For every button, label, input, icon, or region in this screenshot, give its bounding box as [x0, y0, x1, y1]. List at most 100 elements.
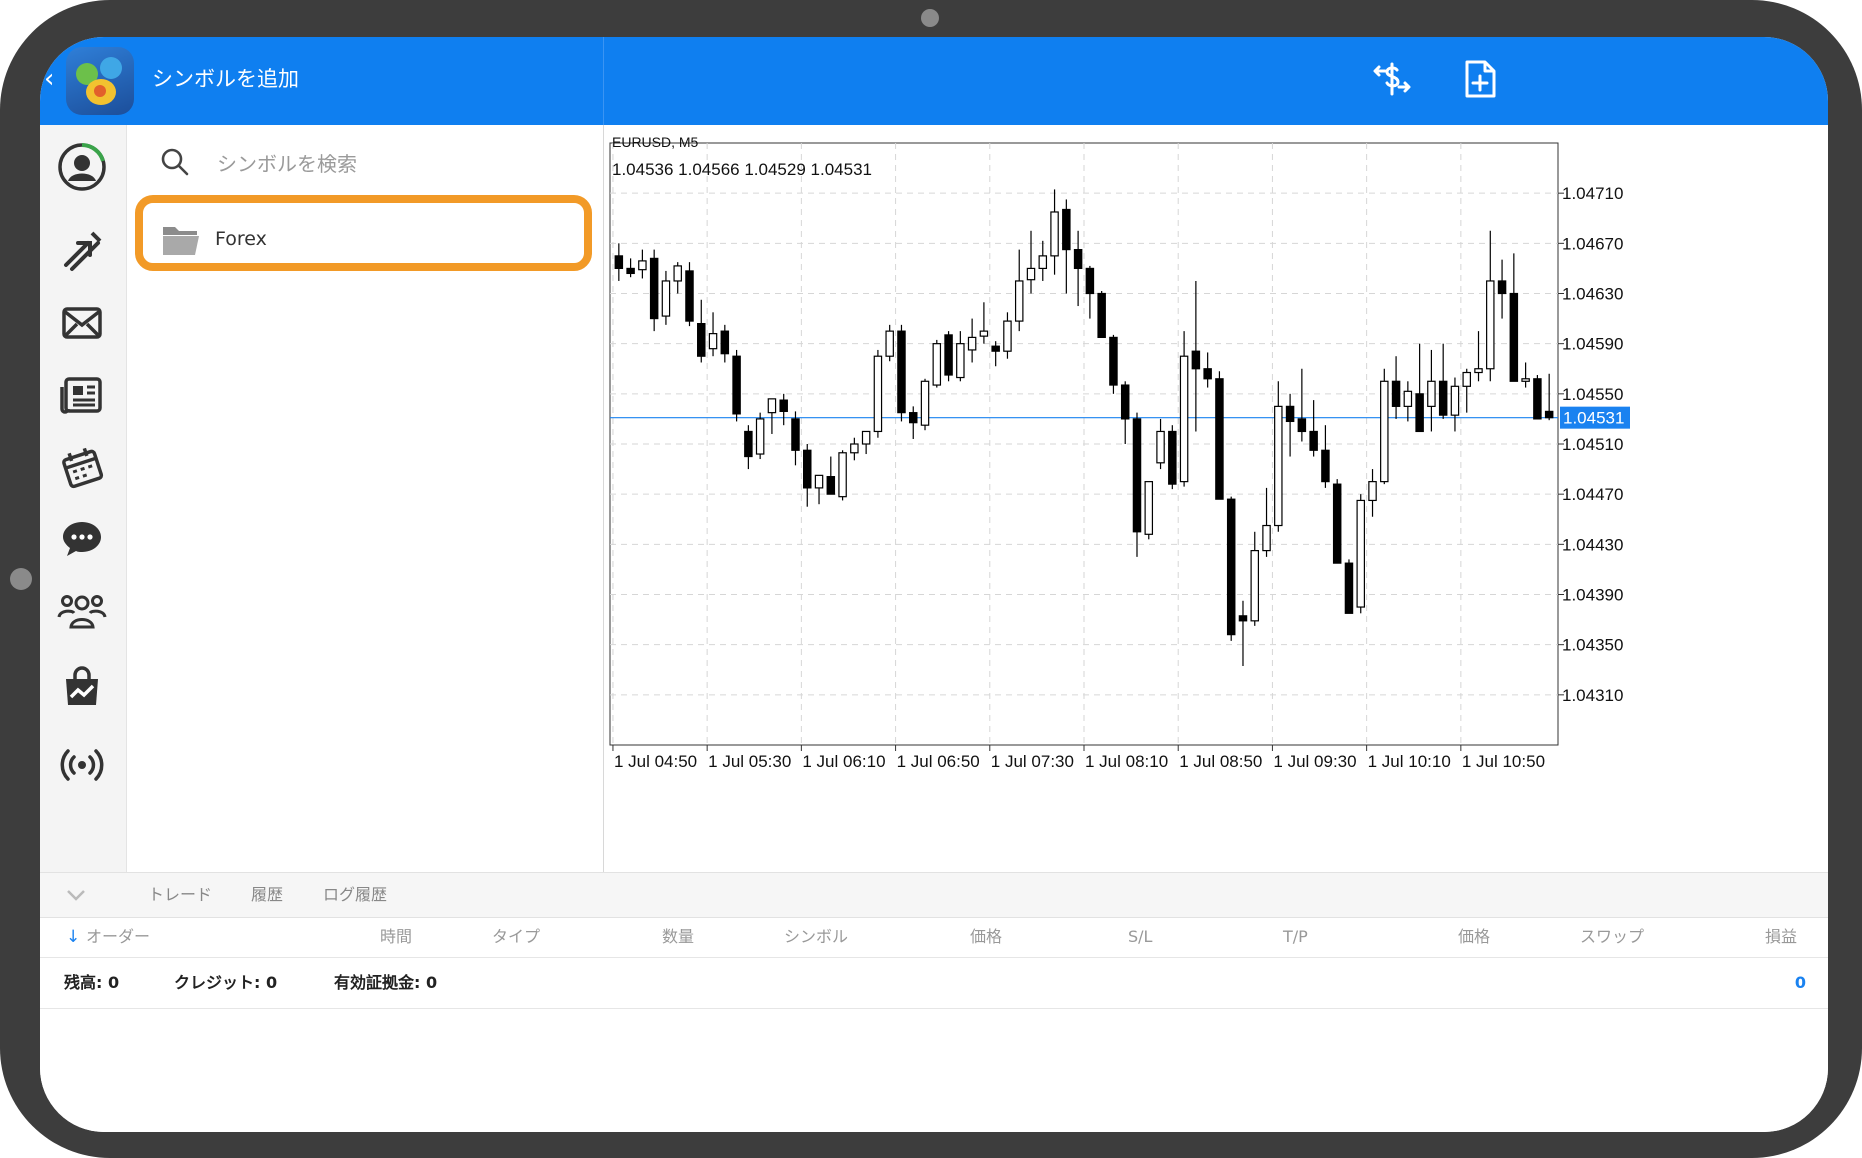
candle-body [1285, 405, 1295, 423]
candle-body [1427, 380, 1436, 407]
candle-body [1168, 430, 1177, 485]
candle-body [897, 330, 906, 414]
orders-table-header: ↓ オーダー 時間 タイプ 数量 シンボル 価格 S/L T/P 価格 スワップ… [40, 917, 1828, 958]
col-profit[interactable]: 損益 [1765, 917, 1797, 957]
community-icon[interactable] [56, 585, 108, 637]
time-tick-label: 1 Jul 06:10 [802, 752, 885, 771]
side-button [10, 568, 32, 590]
col-type[interactable]: タイプ [492, 917, 540, 957]
candle-body [826, 476, 836, 495]
candle-body [850, 443, 859, 454]
camera [921, 9, 939, 27]
price-tick-label: 1.04310 [1562, 686, 1623, 705]
candle-body [1156, 430, 1165, 464]
candle-body [1403, 390, 1413, 407]
candle-body [1050, 211, 1059, 257]
trade-icon[interactable] [56, 225, 108, 277]
col-time[interactable]: 時間 [380, 917, 412, 957]
back-icon[interactable]: ‹ [44, 64, 64, 94]
candle-body [1509, 292, 1519, 382]
candle-body [1062, 208, 1071, 251]
chevron-down-icon[interactable] [64, 885, 88, 905]
folder-icon [163, 227, 199, 255]
chart-ohlc-label: 1.04536 1.04566 1.04529 1.04531 [612, 160, 872, 179]
candle-body [649, 257, 659, 320]
candle-body [908, 412, 918, 424]
symbol-search-input[interactable] [215, 145, 549, 183]
candle-body [1521, 378, 1530, 382]
price-tick-label: 1.04590 [1562, 335, 1623, 354]
candle-body [967, 336, 977, 351]
symbol-group-label: Forex [215, 228, 267, 250]
time-tick-label: 1 Jul 04:50 [614, 752, 697, 771]
candle-body [614, 255, 624, 270]
col-tp[interactable]: T/P [1283, 917, 1308, 957]
candle-body [1450, 385, 1460, 416]
candlestick-chart[interactable]: 1.04310 1.04350 1.04390 1.04430 1.04470 1.045… [604, 125, 1828, 885]
account-icon[interactable] [56, 141, 108, 193]
market-icon[interactable] [56, 661, 108, 713]
sort-arrow-icon: ↓ [66, 927, 81, 947]
price-chart-area[interactable]: 1.04310 1.04350 1.04390 1.04430 1.04470 1.045… [604, 125, 1828, 885]
price-axis: 1.04310 1.04350 1.04390 1.04430 1.04470 1.045… [1558, 184, 1630, 705]
candle-body [1144, 481, 1154, 535]
candle-body [708, 333, 718, 350]
balance-value: 残高: 0 [64, 973, 120, 992]
exchange-dollar-icon[interactable] [1370, 57, 1414, 101]
price-tick-label: 1.04630 [1562, 285, 1623, 304]
time-tick-label: 1 Jul 09:30 [1273, 752, 1356, 771]
candle-body [1132, 418, 1142, 533]
candle-body [1262, 524, 1271, 552]
price-tick-label: 1.04470 [1562, 485, 1623, 504]
col-symbol[interactable]: シンボル [784, 917, 848, 957]
col-swap[interactable]: スワップ [1580, 917, 1644, 957]
time-tick-label: 1 Jul 07:30 [991, 752, 1074, 771]
candle-body [1486, 280, 1495, 370]
candle-body [885, 330, 894, 357]
candle-body [1391, 380, 1401, 407]
news-icon[interactable] [56, 369, 108, 421]
price-tick-label: 1.04670 [1562, 234, 1623, 253]
candle-body [791, 418, 800, 451]
col-price[interactable]: 価格 [970, 917, 1002, 957]
col-close-price[interactable]: 価格 [1458, 917, 1490, 957]
new-document-icon[interactable] [1458, 57, 1502, 101]
candle-body [697, 323, 706, 357]
candle-body [1226, 498, 1236, 636]
candle-body [991, 345, 1000, 352]
candle-body [956, 343, 965, 379]
chat-icon[interactable] [56, 513, 108, 565]
nav-rail [40, 125, 127, 872]
candle-body [932, 343, 942, 386]
tab-history[interactable]: 履歴 [251, 873, 283, 917]
symbol-group-forex[interactable]: Forex [135, 195, 592, 271]
col-sl[interactable]: S/L [1128, 917, 1152, 957]
calendar-icon[interactable] [56, 441, 108, 493]
header-divider [603, 37, 604, 125]
candle-body [673, 265, 682, 282]
col-volume[interactable]: 数量 [662, 917, 694, 957]
current-price-label: 1.04531 [1563, 409, 1624, 428]
candle-body [1085, 267, 1095, 295]
price-tick-label: 1.04350 [1562, 636, 1623, 655]
price-tick-label: 1.04710 [1562, 184, 1623, 203]
candle-body [814, 474, 824, 489]
tab-journal[interactable]: ログ履歴 [323, 873, 387, 917]
col-order[interactable]: オーダー [86, 917, 150, 957]
tab-trade[interactable]: トレード [148, 873, 212, 917]
candle-body [861, 430, 871, 445]
total-profit-value: 0 [1794, 973, 1806, 992]
time-tick-label: 1 Jul 05:30 [708, 752, 791, 771]
time-tick-label: 1 Jul 08:10 [1085, 752, 1168, 771]
candle-body [638, 260, 647, 271]
time-tick-label: 1 Jul 10:10 [1368, 752, 1451, 771]
signal-icon[interactable] [56, 739, 108, 791]
candle-body [1497, 280, 1507, 295]
candle-body [1297, 418, 1307, 433]
candle-body [732, 355, 741, 415]
candle-body [1109, 336, 1118, 386]
mail-icon[interactable] [56, 297, 108, 349]
candle-body [1332, 483, 1342, 564]
candle-body [1203, 368, 1212, 380]
candle-body [1356, 499, 1365, 608]
